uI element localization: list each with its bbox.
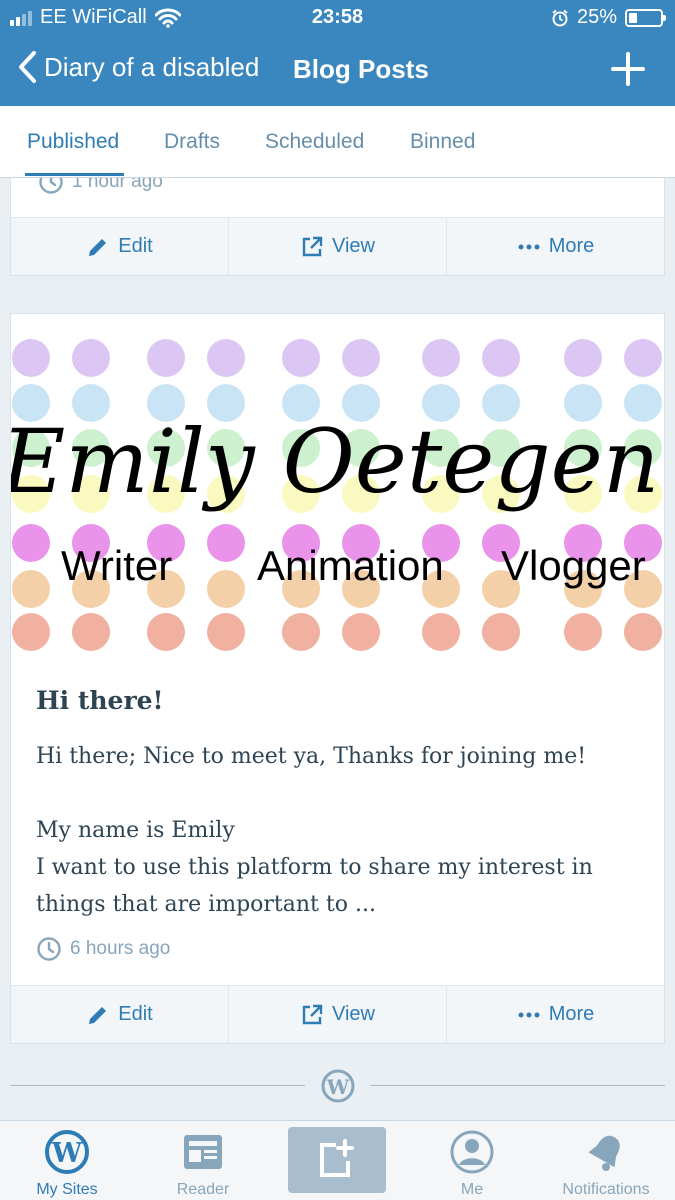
tab-label: Notifications xyxy=(562,1181,650,1198)
battery-percent: 25% xyxy=(576,6,617,28)
banner-dot xyxy=(72,613,110,651)
excerpt-line: I want to use this platform to share my … xyxy=(36,855,593,917)
featured-image: Emily Oetegen Writer Animation Vlogger xyxy=(11,314,664,662)
banner-name: Emily Oetegen xyxy=(11,410,659,513)
alarm-icon xyxy=(552,9,568,26)
banner-dot xyxy=(282,613,320,651)
status-bar: EE WiFiCall 23:58 25% xyxy=(0,0,675,36)
add-post-button[interactable] xyxy=(609,50,647,88)
banner-dot xyxy=(12,570,50,608)
banner-art: Emily Oetegen Writer Animation Vlogger xyxy=(11,339,662,651)
post-title: Hi there! xyxy=(36,686,164,715)
edit-label: Edit xyxy=(118,235,153,257)
svg-text:W: W xyxy=(51,1138,83,1169)
banner-dot xyxy=(147,613,185,651)
list-end-divider: W xyxy=(10,1066,665,1106)
view-label: View xyxy=(332,235,375,257)
nav-bar: Diary of a disabled Blog Posts xyxy=(0,42,675,98)
view-label: View xyxy=(332,1003,375,1025)
banner-dot xyxy=(624,613,662,651)
banner-dot xyxy=(72,339,110,377)
bottom-tab-bar: W My Sites Reader Me Notifications xyxy=(0,1120,675,1200)
edit-button[interactable]: Edit xyxy=(11,986,229,1043)
banner-dot xyxy=(12,613,50,651)
battery-icon xyxy=(625,8,666,27)
post-meta: 6 hours ago xyxy=(36,936,170,962)
external-link-icon xyxy=(302,1004,323,1024)
post-status-tabs: Published Drafts Scheduled Binned xyxy=(0,106,675,178)
banner-dot xyxy=(207,613,245,651)
banner-dot xyxy=(207,524,245,562)
tab-binned[interactable]: Binned xyxy=(410,130,475,154)
ellipsis-icon xyxy=(518,244,540,249)
tab-me[interactable]: Me xyxy=(412,1121,532,1200)
banner-dot xyxy=(422,613,460,651)
tab-reader[interactable]: Reader xyxy=(143,1121,263,1200)
banner-dot xyxy=(342,339,380,377)
more-label: More xyxy=(548,235,595,257)
banner-dot xyxy=(342,613,380,651)
post-card[interactable]: Emily Oetegen Writer Animation Vlogger H… xyxy=(10,313,665,1044)
reader-icon xyxy=(184,1135,222,1169)
banner-dot xyxy=(207,339,245,377)
tab-my-sites[interactable]: W My Sites xyxy=(7,1121,127,1200)
clock-icon xyxy=(37,937,61,961)
tab-label: My Sites xyxy=(36,1181,98,1198)
tab-published[interactable]: Published xyxy=(27,130,119,154)
wordpress-icon: W xyxy=(45,1130,89,1174)
me-icon xyxy=(450,1130,494,1174)
view-button[interactable]: View xyxy=(229,218,447,275)
svg-text:W: W xyxy=(326,1075,350,1099)
banner-dot xyxy=(482,613,520,651)
post-actions: Edit View More xyxy=(11,217,664,275)
excerpt-line: My name is Emily xyxy=(36,818,235,843)
banner-tag-writer: Writer xyxy=(61,542,172,589)
banner-dot xyxy=(564,339,602,377)
post-actions: Edit View More xyxy=(11,985,664,1043)
active-tab-indicator xyxy=(25,173,124,176)
post-time: 6 hours ago xyxy=(70,938,171,959)
banner-tag-animation: Animation xyxy=(257,542,444,589)
pencil-icon xyxy=(89,1006,107,1024)
back-button[interactable]: Diary of a disabled xyxy=(16,50,259,84)
chevron-left-icon xyxy=(19,51,36,83)
view-button[interactable]: View xyxy=(229,986,447,1043)
wordpress-logo-icon: W xyxy=(321,1069,355,1103)
banner-dot xyxy=(564,613,602,651)
banner-dot xyxy=(12,524,50,562)
write-icon xyxy=(320,1139,354,1177)
banner-dot xyxy=(147,339,185,377)
more-label: More xyxy=(548,1003,595,1025)
page-title: Blog Posts xyxy=(293,54,429,84)
write-post-button[interactable] xyxy=(288,1127,386,1193)
banner-dot xyxy=(12,339,50,377)
status-right: 25% xyxy=(551,6,666,29)
banner-dot xyxy=(482,339,520,377)
excerpt-line: Hi there; Nice to meet ya, Thanks for jo… xyxy=(36,744,587,769)
back-label: Diary of a disabled xyxy=(44,51,260,82)
banner-tag-vlogger: Vlogger xyxy=(501,542,646,589)
tab-notifications[interactable]: Notifications xyxy=(546,1121,666,1200)
more-button[interactable]: More xyxy=(447,218,664,275)
banner-dot xyxy=(207,570,245,608)
edit-label: Edit xyxy=(118,1003,153,1025)
ellipsis-icon xyxy=(518,1012,540,1017)
bell-icon xyxy=(588,1135,620,1171)
banner-dot xyxy=(624,339,662,377)
edit-button[interactable]: Edit xyxy=(11,218,229,275)
banner-dot xyxy=(282,339,320,377)
top-bar: EE WiFiCall 23:58 25% Diary of a disable… xyxy=(0,0,675,106)
more-button[interactable]: More xyxy=(447,986,664,1043)
tab-drafts[interactable]: Drafts xyxy=(164,130,220,154)
tab-scheduled[interactable]: Scheduled xyxy=(265,130,364,154)
tab-label: Me xyxy=(460,1181,484,1198)
banner-dot xyxy=(422,339,460,377)
external-link-icon xyxy=(302,236,323,256)
post-excerpt: Hi there; Nice to meet ya, Thanks for jo… xyxy=(36,738,636,923)
tab-label: Reader xyxy=(176,1181,230,1198)
pencil-icon xyxy=(89,238,107,256)
